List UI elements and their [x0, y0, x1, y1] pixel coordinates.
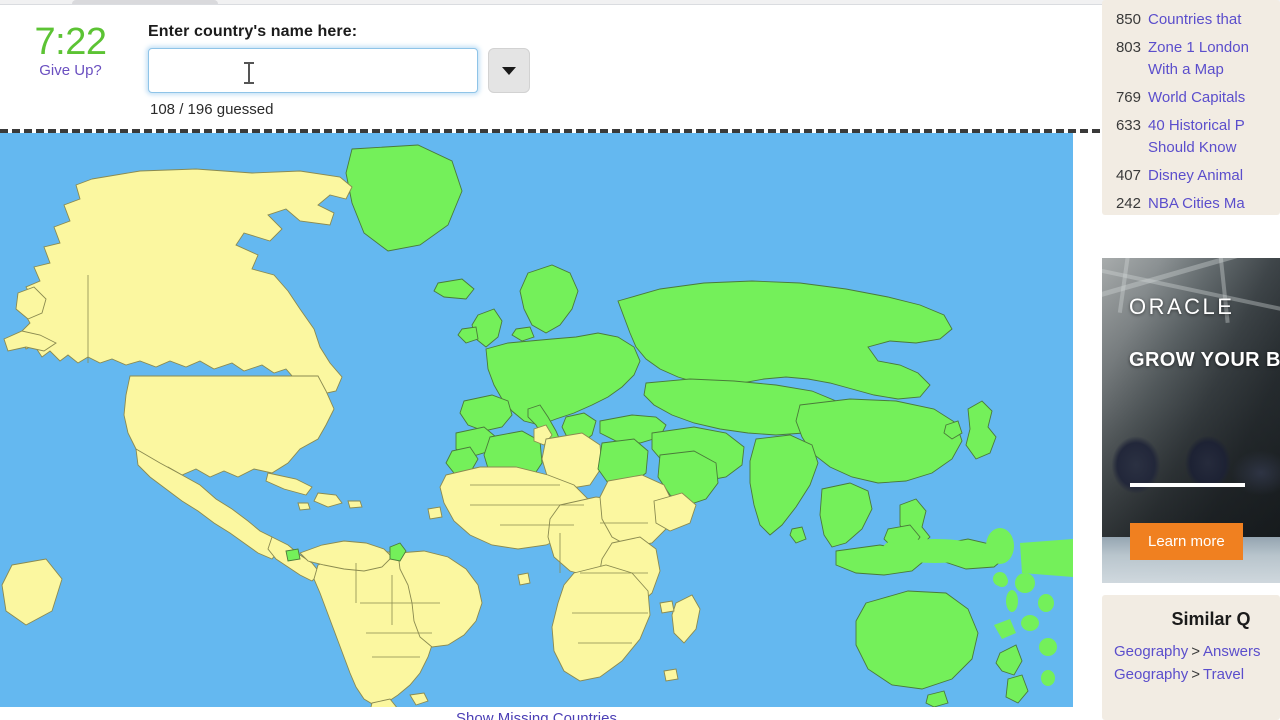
breadcrumb-root-link[interactable]: Geography	[1114, 666, 1188, 683]
popular-quiz-row[interactable]: 633 40 Historical P Should Know	[1102, 112, 1280, 162]
ad-headline: GROW YOUR BUSINESS WITH THE CLOUD ER	[1129, 349, 1280, 371]
chevron-down-icon	[502, 66, 516, 75]
world-map-svg[interactable]: .g { fill:#fbf7a0; stroke:#8a8a50; strok…	[0, 133, 1073, 707]
play-count: 769	[1115, 89, 1141, 106]
island-comoros	[659, 600, 675, 614]
countdown-timer: 7:22	[34, 21, 107, 63]
popular-quiz-link[interactable]: Zone 1 London With a Map	[1148, 37, 1280, 81]
island-samoa	[1021, 615, 1039, 631]
main-column: 7:22 Give Up? Enter country's name here:…	[0, 5, 1280, 720]
island-marshall	[986, 528, 1014, 564]
breadcrumb-leaf-link[interactable]: Answers	[1203, 643, 1261, 660]
quiz-header: 7:22 Give Up? Enter country's name here:…	[0, 5, 1085, 123]
country-puerto-rico	[347, 500, 363, 509]
timer-block: 7:22 Give Up?	[8, 22, 133, 80]
right-sidebar: 850 Countries that 803 Zone 1 London Wit…	[1102, 0, 1280, 720]
give-up-link[interactable]: Give Up?	[39, 62, 102, 79]
show-missing-countries-link[interactable]: Show Missing Countries	[0, 710, 1073, 720]
popular-quizzes-panel: 850 Countries that 803 Zone 1 London Wit…	[1102, 0, 1280, 215]
breadcrumb: Geography > Travel	[1102, 663, 1280, 686]
island-vanuatu	[1006, 590, 1018, 612]
play-count: 633	[1115, 117, 1141, 134]
island-pacific-east-band	[1020, 539, 1073, 577]
oracle-logo: ORACLE	[1129, 294, 1235, 319]
popular-quiz-link[interactable]: 40 Historical P Should Know	[1148, 115, 1280, 159]
island-fiji	[1039, 638, 1057, 656]
popular-quiz-row[interactable]: 242 NBA Cities Ma	[1102, 190, 1280, 215]
popular-quiz-link[interactable]: Disney Animal	[1148, 165, 1243, 187]
similar-quizzes-title: Similar Q	[1171, 609, 1251, 629]
play-count: 850	[1115, 11, 1141, 28]
similar-quizzes-panel: Similar Q Geography > Answers Geography > Tr…	[1102, 595, 1280, 720]
answer-prompt-label: Enter country's name here:	[148, 23, 358, 40]
play-count: 803	[1115, 39, 1141, 56]
popular-quiz-link[interactable]: NBA Cities Ma	[1148, 193, 1245, 215]
country-jamaica	[297, 502, 311, 511]
island-mauritius	[663, 668, 679, 682]
breadcrumb: Geography > Answers	[1102, 640, 1280, 663]
popular-quiz-link[interactable]: World Capitals	[1148, 87, 1245, 109]
quiz-options-dropdown-button[interactable]	[488, 48, 530, 93]
world-map[interactable]: .g { fill:#fbf7a0; stroke:#8a8a50; strok…	[0, 133, 1073, 707]
play-count: 407	[1115, 167, 1141, 184]
island-palau	[881, 542, 899, 570]
popular-quiz-link[interactable]: Countries that	[1148, 9, 1241, 31]
oracle-advertisement[interactable]: ORACLE GROW YOUR BUSINESS WITH THE CLOUD…	[1102, 258, 1280, 583]
progress-counter: 108 / 196 guessed	[150, 101, 274, 118]
play-count: 242	[1115, 195, 1141, 212]
ad-learn-more-button[interactable]: Learn more	[1130, 523, 1243, 560]
island-cape-verde	[427, 506, 443, 520]
popular-quiz-row[interactable]: 769 World Capitals	[1102, 84, 1280, 112]
island-tuvalu	[1038, 594, 1054, 612]
answer-entry-row	[148, 48, 530, 93]
answer-entry-area: Enter country's name here:	[148, 23, 530, 93]
country-name-input[interactable]	[148, 48, 478, 93]
breadcrumb-leaf-link[interactable]: Travel	[1203, 666, 1244, 683]
ad-divider-rule	[1130, 483, 1245, 487]
breadcrumb-separator: >	[1191, 666, 1200, 683]
island-sao-tome	[517, 572, 531, 586]
popular-quiz-row[interactable]: 407 Disney Animal	[1102, 162, 1280, 190]
popular-quiz-row[interactable]: 803 Zone 1 London With a Map	[1102, 34, 1280, 84]
breadcrumb-separator: >	[1191, 643, 1200, 660]
quiz-page: 7:22 Give Up? Enter country's name here:…	[0, 0, 1280, 720]
popular-quiz-row[interactable]: 850 Countries that	[1102, 6, 1280, 34]
island-solomon	[993, 572, 1007, 586]
island-tonga	[1041, 670, 1055, 686]
island-kiribati	[1015, 573, 1035, 593]
breadcrumb-root-link[interactable]: Geography	[1114, 643, 1188, 660]
island-galapagos	[285, 548, 301, 562]
island-micronesia-band	[885, 539, 985, 563]
